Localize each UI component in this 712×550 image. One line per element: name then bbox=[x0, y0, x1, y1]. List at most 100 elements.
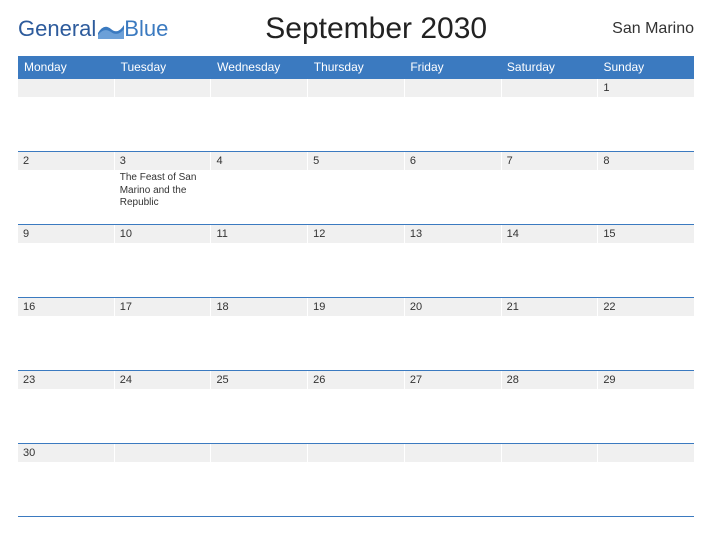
day-body bbox=[502, 316, 598, 370]
day-number: 2 bbox=[23, 155, 109, 167]
calendar-cell: 6 bbox=[404, 152, 501, 224]
day-number: 7 bbox=[507, 155, 593, 167]
calendar-cell bbox=[597, 444, 694, 516]
calendar-cell bbox=[404, 79, 501, 151]
weekday-label: Friday bbox=[404, 56, 501, 78]
calendar-cell: 20 bbox=[404, 298, 501, 370]
day-number: 22 bbox=[603, 301, 689, 313]
calendar-cell: 24 bbox=[114, 371, 211, 443]
brand-text-1: General bbox=[18, 16, 96, 42]
weekday-header: Monday Tuesday Wednesday Thursday Friday… bbox=[18, 56, 694, 78]
day-body bbox=[18, 389, 114, 443]
day-number: 17 bbox=[120, 301, 206, 313]
day-number: 29 bbox=[603, 374, 689, 386]
calendar-week: 16 17 18 19 20 21 22 bbox=[18, 297, 694, 370]
day-body bbox=[598, 316, 694, 370]
day-number: 27 bbox=[410, 374, 496, 386]
day-number: 9 bbox=[23, 228, 109, 240]
brand-logo: General Blue bbox=[18, 16, 168, 42]
day-number: 18 bbox=[216, 301, 302, 313]
calendar-cell: 3 The Feast of San Marino and the Republi… bbox=[114, 152, 211, 224]
day-number: 24 bbox=[120, 374, 206, 386]
day-number: 30 bbox=[23, 447, 109, 459]
calendar-cell bbox=[114, 79, 211, 151]
day-body bbox=[308, 389, 404, 443]
day-body bbox=[211, 243, 307, 297]
day-number: 16 bbox=[23, 301, 109, 313]
day-number: 6 bbox=[410, 155, 496, 167]
weekday-label: Saturday bbox=[501, 56, 598, 78]
calendar-cell: 13 bbox=[404, 225, 501, 297]
calendar-week: 30 bbox=[18, 443, 694, 517]
calendar-cell bbox=[307, 79, 404, 151]
day-body bbox=[598, 389, 694, 443]
day-body bbox=[18, 243, 114, 297]
calendar-cell: 5 bbox=[307, 152, 404, 224]
day-body bbox=[598, 97, 694, 151]
day-number: 23 bbox=[23, 374, 109, 386]
calendar-cell: 26 bbox=[307, 371, 404, 443]
calendar-cell: 22 bbox=[597, 298, 694, 370]
day-body bbox=[308, 462, 404, 516]
day-number: 15 bbox=[603, 228, 689, 240]
calendar-cell bbox=[114, 444, 211, 516]
day-body bbox=[405, 170, 501, 224]
day-number: 28 bbox=[507, 374, 593, 386]
weekday-label: Monday bbox=[18, 56, 115, 78]
day-body bbox=[405, 316, 501, 370]
calendar-cell bbox=[501, 79, 598, 151]
calendar-cell: 11 bbox=[210, 225, 307, 297]
day-body bbox=[502, 243, 598, 297]
day-body bbox=[211, 389, 307, 443]
day-number: 8 bbox=[603, 155, 689, 167]
day-body bbox=[211, 97, 307, 151]
calendar-cell: 29 bbox=[597, 371, 694, 443]
day-body bbox=[308, 97, 404, 151]
day-body bbox=[115, 316, 211, 370]
calendar-cell: 8 bbox=[597, 152, 694, 224]
day-body bbox=[308, 170, 404, 224]
day-body bbox=[502, 170, 598, 224]
calendar-cell: 23 bbox=[18, 371, 114, 443]
day-number: 26 bbox=[313, 374, 399, 386]
day-number: 11 bbox=[216, 228, 302, 240]
day-body bbox=[308, 243, 404, 297]
calendar-cell bbox=[501, 444, 598, 516]
calendar-cell: 12 bbox=[307, 225, 404, 297]
day-number: 3 bbox=[120, 155, 206, 167]
day-number: 19 bbox=[313, 301, 399, 313]
calendar-week: 9101112131415 bbox=[18, 224, 694, 297]
day-number: 25 bbox=[216, 374, 302, 386]
wave-icon bbox=[98, 19, 124, 39]
weekday-label: Wednesday bbox=[211, 56, 308, 78]
day-body bbox=[405, 243, 501, 297]
calendar-cell bbox=[210, 444, 307, 516]
day-number: 20 bbox=[410, 301, 496, 313]
day-body bbox=[18, 97, 114, 151]
day-body bbox=[598, 462, 694, 516]
calendar-week: 1 bbox=[18, 78, 694, 151]
brand-text-2: Blue bbox=[124, 16, 168, 42]
calendar-cell bbox=[210, 79, 307, 151]
calendar-cell: 17 bbox=[114, 298, 211, 370]
day-number: 21 bbox=[507, 301, 593, 313]
calendar-cell: 18 bbox=[210, 298, 307, 370]
day-number: 13 bbox=[410, 228, 496, 240]
day-body bbox=[18, 316, 114, 370]
calendar-cell: 25 bbox=[210, 371, 307, 443]
day-body bbox=[211, 462, 307, 516]
calendar-cell: 27 bbox=[404, 371, 501, 443]
page-title: September 2030 bbox=[168, 12, 584, 46]
day-number: 5 bbox=[313, 155, 399, 167]
calendar-cell: 9 bbox=[18, 225, 114, 297]
day-body bbox=[405, 462, 501, 516]
day-body bbox=[308, 316, 404, 370]
region-label: San Marino bbox=[584, 20, 694, 38]
event-label: The Feast of San Marino and the Republic bbox=[120, 172, 206, 210]
calendar-cell: 1 bbox=[597, 79, 694, 151]
calendar-cell: 28 bbox=[501, 371, 598, 443]
day-body bbox=[18, 462, 114, 516]
weekday-label: Thursday bbox=[308, 56, 405, 78]
calendar-week: 23 24 25 26 27 28 29 bbox=[18, 370, 694, 443]
day-body bbox=[598, 170, 694, 224]
